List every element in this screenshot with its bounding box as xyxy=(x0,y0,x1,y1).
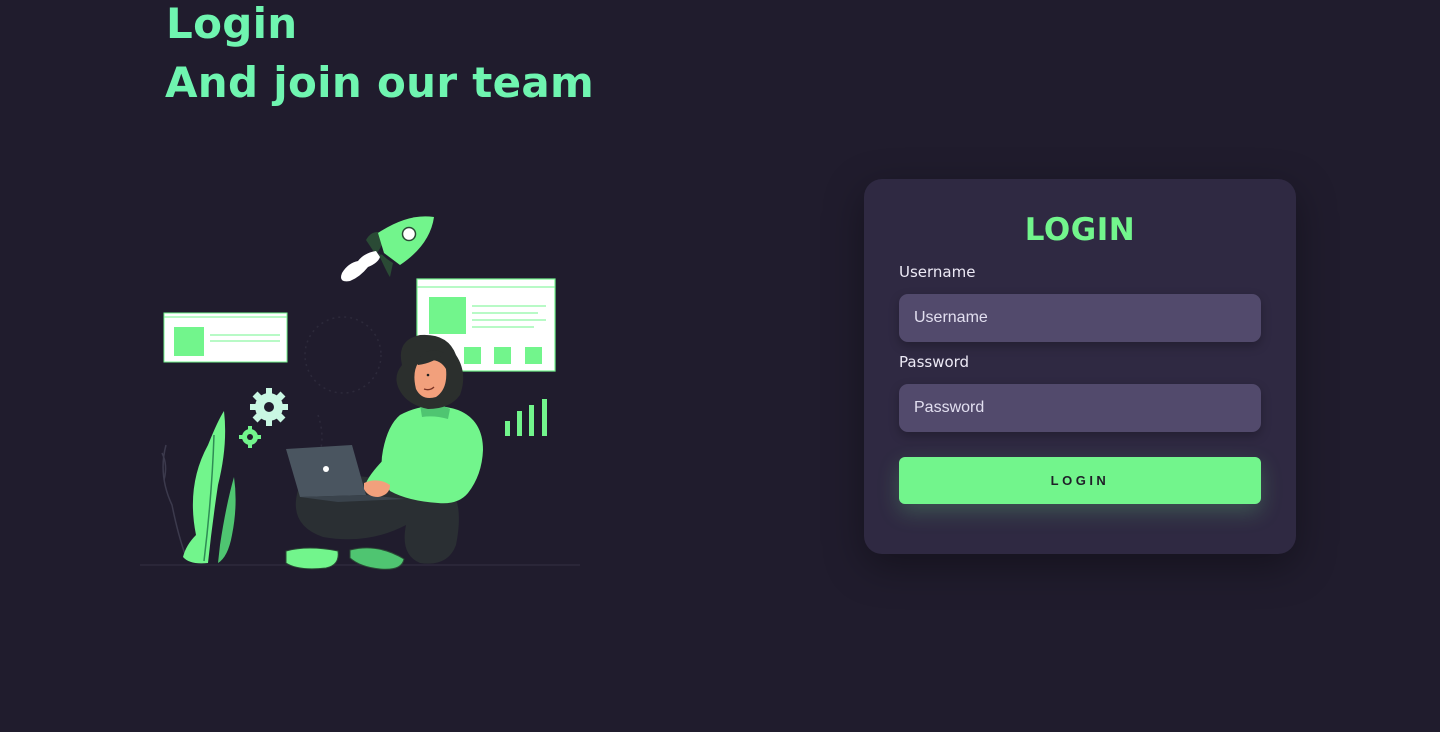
bar-chart-icon xyxy=(505,399,547,436)
person-with-laptop-illustration xyxy=(140,216,580,570)
username-label: Username xyxy=(899,263,976,281)
hero-heading: Login And join our team xyxy=(165,0,595,112)
login-page: Login And join our team LOGIN Username U… xyxy=(0,0,1440,732)
gear-icon xyxy=(250,388,288,426)
plant-icon xyxy=(161,411,236,564)
password-input[interactable] xyxy=(899,384,1261,432)
login-card: LOGIN Username Password LOGIN xyxy=(864,179,1296,554)
hero-heading-line1: Login xyxy=(166,0,298,48)
rocket-icon xyxy=(341,216,434,282)
username-input[interactable] xyxy=(899,294,1261,342)
login-card-title: LOGIN xyxy=(1024,212,1136,248)
password-label: Password xyxy=(899,353,970,371)
dotted-circle xyxy=(304,316,382,394)
browser-window-left-icon xyxy=(163,312,288,363)
hero-heading-line2: And join our team xyxy=(165,58,595,107)
login-button[interactable]: LOGIN xyxy=(899,457,1261,504)
gear-small-icon xyxy=(239,426,261,448)
